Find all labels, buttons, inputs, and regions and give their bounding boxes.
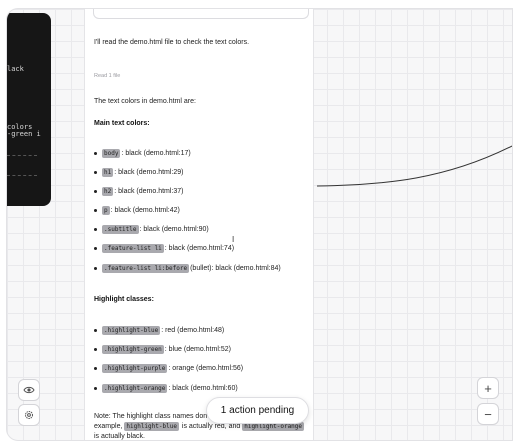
assistant-intro: I'll read the demo.html file to check th… <box>94 39 250 46</box>
list-item: .highlight-green: blue (demo.html:52) <box>94 345 231 354</box>
code-snippet: p <box>102 206 110 215</box>
code-snippet: h1 <box>102 168 114 177</box>
code-snippet: h2 <box>102 187 114 196</box>
pending-actions-pill[interactable]: 1 action pending <box>206 397 309 424</box>
zoom-out-button[interactable]: − <box>477 403 499 425</box>
list-item: p: black (demo.html:42) <box>94 206 180 215</box>
terminal-line: lack <box>7 65 24 73</box>
list-item: .highlight-blue: red (demo.html:48) <box>94 326 224 335</box>
code-snippet: .feature-list li <box>102 244 164 253</box>
summary-text: The text colors in demo.html are: <box>94 98 196 105</box>
plus-icon: + <box>484 380 492 396</box>
list-item: .feature-list li:before (bullet): black … <box>94 264 281 273</box>
code-snippet: .highlight-purple <box>102 364 168 373</box>
list-item: .feature-list li: black (demo.html:74) <box>94 244 234 253</box>
canvas-frame: lack colors -green i I'll read the demo.… <box>6 8 513 441</box>
connector-curve <box>317 145 512 187</box>
list-item: body: black (demo.html:17) <box>94 149 191 158</box>
code-snippet: .highlight-green <box>102 345 164 354</box>
minus-icon: − <box>484 406 492 422</box>
chat-panel: I'll read the demo.html file to check th… <box>84 9 314 440</box>
list-item: .subtitle: black (demo.html:90) <box>94 225 209 234</box>
list-item: h1: black (demo.html:29) <box>94 168 183 177</box>
code-snippet: .highlight-blue <box>102 326 161 335</box>
terminal-divider <box>7 175 37 176</box>
zoom-in-button[interactable]: + <box>477 377 499 399</box>
code-snippet: highlight-blue <box>124 422 179 431</box>
list-item: .highlight-purple: orange (demo.html:56) <box>94 364 243 373</box>
tool-status[interactable]: Read 1 file <box>94 73 120 79</box>
highlight-classes-heading: Highlight classes: <box>94 296 154 303</box>
list-item: .highlight-orange: black (demo.html:60) <box>94 384 238 393</box>
message-input-box[interactable] <box>93 9 309 19</box>
gear-icon[interactable] <box>18 404 40 426</box>
list-item: h2: black (demo.html:37) <box>94 187 183 196</box>
terminal-panel[interactable]: lack colors -green i <box>7 13 51 206</box>
code-snippet: .subtitle <box>102 225 139 234</box>
main-colors-heading: Main text colors: <box>94 120 150 127</box>
text-cursor-icon: I <box>232 235 235 244</box>
code-snippet: .feature-list li:before <box>102 264 190 273</box>
code-snippet: body <box>102 149 121 158</box>
eye-icon[interactable] <box>18 379 40 401</box>
terminal-divider <box>7 155 37 156</box>
code-snippet: .highlight-orange <box>102 384 168 393</box>
terminal-line: -green i <box>7 130 41 138</box>
pending-actions-label: 1 action pending <box>220 405 295 416</box>
